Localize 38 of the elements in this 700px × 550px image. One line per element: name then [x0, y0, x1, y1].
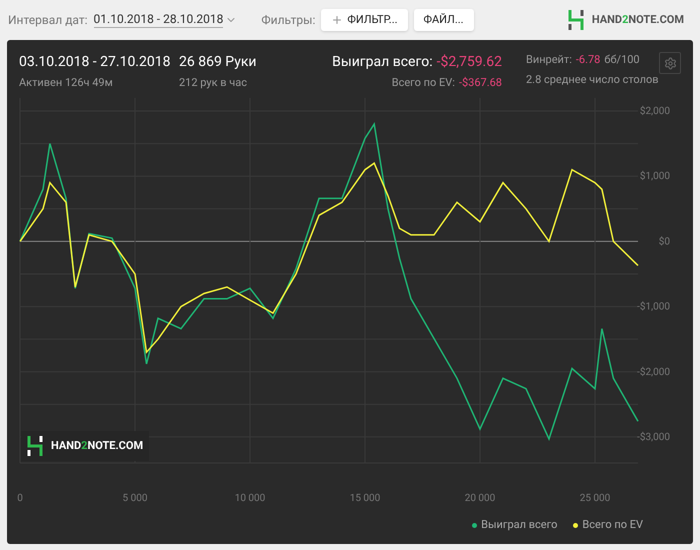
y-tick-label: -$3,000 — [637, 432, 670, 443]
filters-label: Фильтры: — [261, 12, 316, 29]
date-label: Интервал дат: — [8, 12, 88, 29]
y-tick-label: $2,000 — [640, 106, 670, 118]
logo-icon — [568, 9, 584, 31]
average-tables: 2.8 среднее число столов — [526, 72, 659, 88]
y-tick-label: -$1,000 — [637, 302, 670, 313]
x-tick-label: 15 000 — [350, 493, 380, 504]
logo-icon — [27, 435, 43, 457]
x-tick-label: 25 000 — [580, 493, 610, 504]
x-tick-label: 20 000 — [464, 493, 496, 504]
x-tick-label: 0 — [17, 493, 23, 504]
winrate-label: Винрейт: — [526, 52, 572, 68]
legend-label: Всего по EV — [582, 517, 643, 533]
brand-logo: HAND2NOTE.COM — [592, 12, 684, 28]
hands-count: 26 869 Руки — [179, 53, 258, 72]
active-time: Активен 126ч 49м — [19, 75, 114, 91]
winrate-unit: бб/100 — [604, 52, 640, 68]
ev-label: Всего по EV: — [392, 75, 455, 91]
x-tick-label: 5 000 — [122, 493, 148, 504]
ev-value: -$367.68 — [458, 75, 502, 91]
winrate-value: -6.78 — [576, 52, 600, 68]
plus-icon — [331, 14, 344, 26]
chart-logo: HAND2NOTE.COM — [51, 438, 144, 454]
settings-button[interactable] — [659, 52, 681, 74]
date-range-dropdown[interactable]: 01.10.2018 - 28.10.2018 — [94, 12, 224, 28]
period-title: 03.10.2018 - 27.10.2018 — [19, 53, 172, 72]
add-filter-button[interactable]: ФИЛЬТР... — [321, 9, 408, 31]
won-label: Выиграл всего: — [332, 53, 433, 72]
y-tick-label: $1,000 — [640, 171, 670, 182]
legend-label: Выиграл всего — [481, 517, 558, 533]
y-tick-label: -$2,000 — [637, 366, 670, 378]
file-button[interactable]: ФАЙЛ... — [414, 9, 474, 31]
x-tick-label: 10 000 — [234, 493, 266, 504]
settings-icon — [664, 56, 676, 70]
y-tick-label: $0 — [658, 236, 670, 248]
hands-rate: 212 рук в час — [179, 75, 248, 91]
won-value: -$2,759.62 — [436, 53, 502, 72]
